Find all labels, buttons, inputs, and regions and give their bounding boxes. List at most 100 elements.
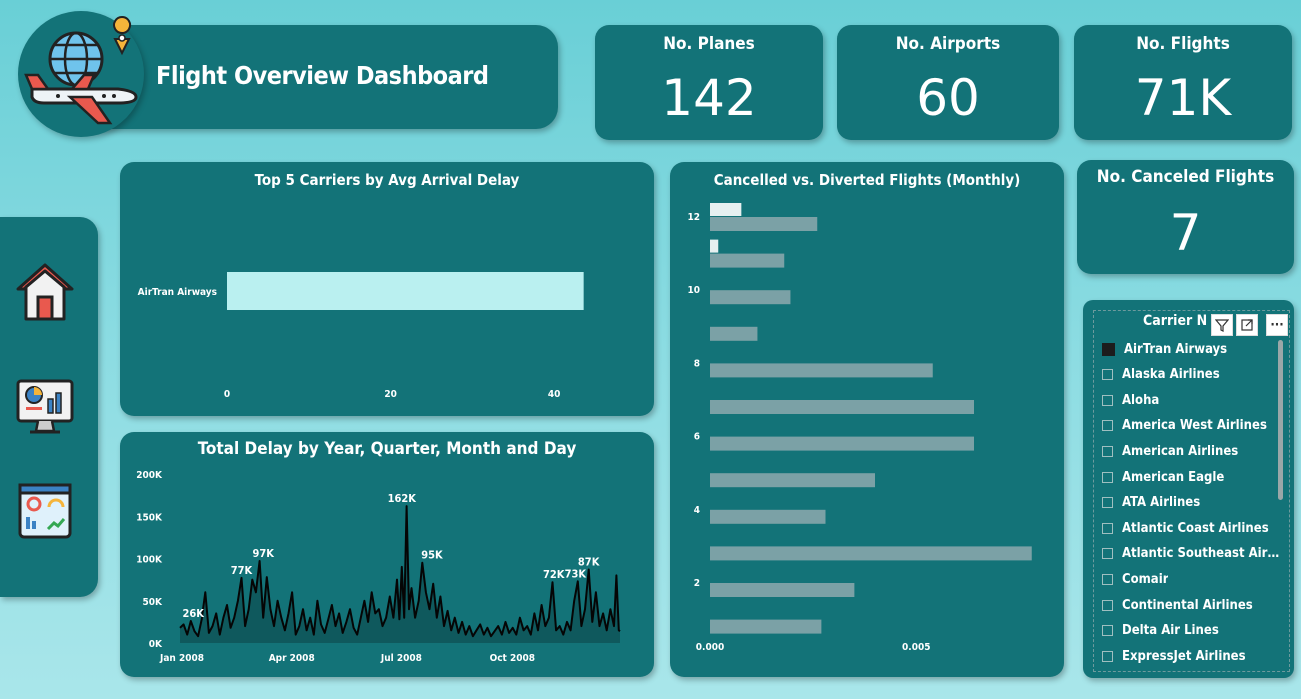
- slicer-title: Carrier N: [1143, 313, 1208, 329]
- checkbox[interactable]: [1102, 573, 1113, 585]
- slicer-item-label: Aloha: [1122, 392, 1160, 408]
- cancel-bar-svg: 12 10 8 6 4 2 0.000 0.005: [687, 203, 1032, 653]
- dashboard-grid-icon[interactable]: [12, 479, 78, 545]
- slicer-item-label: Continental Airlines: [1122, 597, 1253, 613]
- checkbox[interactable]: [1102, 625, 1113, 637]
- tick-label: 12: [687, 212, 700, 223]
- checkbox[interactable]: [1102, 599, 1113, 611]
- slicer-item[interactable]: America West Airlines: [1102, 416, 1282, 436]
- category-label: AirTran Airways: [138, 287, 217, 298]
- bar: [710, 239, 719, 253]
- logo: [18, 11, 144, 137]
- bar: [710, 509, 826, 524]
- slicer-item[interactable]: ExpressJet Airlines: [1102, 646, 1282, 666]
- data-label: 162K: [388, 492, 417, 505]
- filter-icon[interactable]: [1211, 314, 1233, 336]
- slicer-item-label: Delta Air Lines: [1122, 623, 1219, 639]
- slicer-item-label: America West Airlines: [1122, 418, 1267, 434]
- data-label: 87K: [578, 555, 600, 568]
- slicer-item-label: AirTran Airways: [1124, 341, 1228, 357]
- bar: [710, 203, 742, 216]
- slicer-item-label: Comair: [1122, 571, 1169, 587]
- kpi-canceled: No. Canceled Flights 7: [1077, 160, 1294, 274]
- kpi-label: No. Airports: [895, 34, 1001, 54]
- checkbox[interactable]: [1102, 342, 1115, 356]
- slicer-item-label: Atlantic Southeast Airlines: [1122, 546, 1282, 562]
- slicer-item[interactable]: Comair: [1102, 569, 1282, 589]
- kpi-airports: No. Airports 60: [837, 25, 1059, 140]
- bar: [710, 363, 933, 378]
- tick-label: Jul 2008: [380, 653, 422, 664]
- bar: [710, 253, 785, 268]
- tick-label: 20: [384, 389, 397, 400]
- slicer-item[interactable]: Aloha: [1102, 390, 1282, 410]
- tick-label: Oct 2008: [490, 653, 535, 664]
- kpi-label: No. Flights: [1136, 34, 1230, 54]
- slicer-item-label: American Airlines: [1122, 443, 1239, 459]
- checkbox[interactable]: [1102, 445, 1113, 457]
- carrier-bar-svg: AirTran Airways 0 20 40: [138, 272, 584, 400]
- checkbox[interactable]: [1102, 471, 1113, 483]
- kpi-value: 60: [916, 69, 980, 127]
- bar: [710, 400, 974, 414]
- tick-label: 40: [548, 389, 561, 400]
- bar: [710, 619, 822, 634]
- bar: [710, 583, 855, 597]
- tick-label: Jan 2008: [159, 653, 204, 664]
- tick-label: 6: [694, 432, 700, 443]
- top-carriers-chart[interactable]: Top 5 Carriers by Avg Arrival Delay AirT…: [120, 162, 654, 416]
- slicer-item[interactable]: AirTran Airways: [1102, 339, 1282, 359]
- total-delay-chart[interactable]: Total Delay by Year, Quarter, Month and …: [120, 432, 654, 677]
- cancel-divert-chart[interactable]: Cancelled vs. Diverted Flights (Monthly)…: [670, 162, 1064, 677]
- tick-label: 0: [224, 389, 230, 400]
- tick-label: 8: [694, 358, 700, 369]
- checkbox[interactable]: [1102, 650, 1113, 662]
- focus-mode-icon[interactable]: [1236, 314, 1258, 336]
- slicer-item[interactable]: Alaska Airlines: [1102, 365, 1282, 385]
- more-options-icon[interactable]: ···: [1266, 314, 1288, 336]
- checkbox[interactable]: [1102, 497, 1113, 509]
- checkbox[interactable]: [1102, 394, 1113, 406]
- data-label: 77K: [231, 564, 253, 577]
- bar: [710, 326, 758, 341]
- slicer-item[interactable]: Continental Airlines: [1102, 595, 1282, 615]
- tick-label: 0.000: [696, 642, 724, 653]
- nav-sidebar: [0, 217, 98, 597]
- bar: [710, 546, 1032, 561]
- checkbox[interactable]: [1102, 420, 1113, 432]
- kpi-label: No. Planes: [663, 34, 755, 54]
- slicer-item[interactable]: Delta Air Lines: [1102, 621, 1282, 641]
- kpi-label: No. Canceled Flights: [1096, 167, 1275, 187]
- slicer-item[interactable]: Atlantic Southeast Airlines: [1102, 544, 1282, 564]
- slicer-item[interactable]: ATA Airlines: [1102, 493, 1282, 513]
- tick-label: 0.005: [902, 642, 930, 653]
- data-label: 72K: [543, 568, 565, 581]
- bar: [710, 473, 875, 488]
- data-label: 97K: [252, 547, 274, 560]
- slicer-item[interactable]: American Eagle: [1102, 467, 1282, 487]
- tick-label: 50K: [143, 597, 164, 608]
- checkbox[interactable]: [1102, 369, 1113, 381]
- checkbox[interactable]: [1102, 548, 1113, 560]
- tick-label: 10: [687, 285, 700, 296]
- slicer-item-label: American Eagle: [1122, 469, 1225, 485]
- slicer-item[interactable]: American Airlines: [1102, 441, 1282, 461]
- slicer-item[interactable]: Atlantic Coast Airlines: [1102, 518, 1282, 538]
- data-label: 26K: [183, 607, 205, 620]
- slicer-item-label: ATA Airlines: [1122, 495, 1201, 511]
- tick-label: 100K: [136, 555, 163, 566]
- slicer-item-label: Atlantic Coast Airlines: [1122, 520, 1269, 536]
- kpi-value: 7: [1169, 204, 1202, 262]
- page-title: Flight Overview Dashboard: [156, 61, 489, 90]
- scrollbar[interactable]: [1278, 340, 1283, 500]
- checkbox[interactable]: [1102, 522, 1113, 534]
- monitor-chart-icon[interactable]: [12, 375, 78, 441]
- tick-label: 0K: [149, 639, 163, 650]
- globe-plane-icon: [24, 16, 138, 125]
- data-label: 73K: [565, 567, 587, 580]
- kpi-value: 71K: [1134, 69, 1232, 127]
- home-icon[interactable]: [12, 257, 78, 323]
- data-label: 95K: [421, 549, 443, 562]
- tick-label: 4: [694, 505, 700, 516]
- bar: [710, 436, 974, 451]
